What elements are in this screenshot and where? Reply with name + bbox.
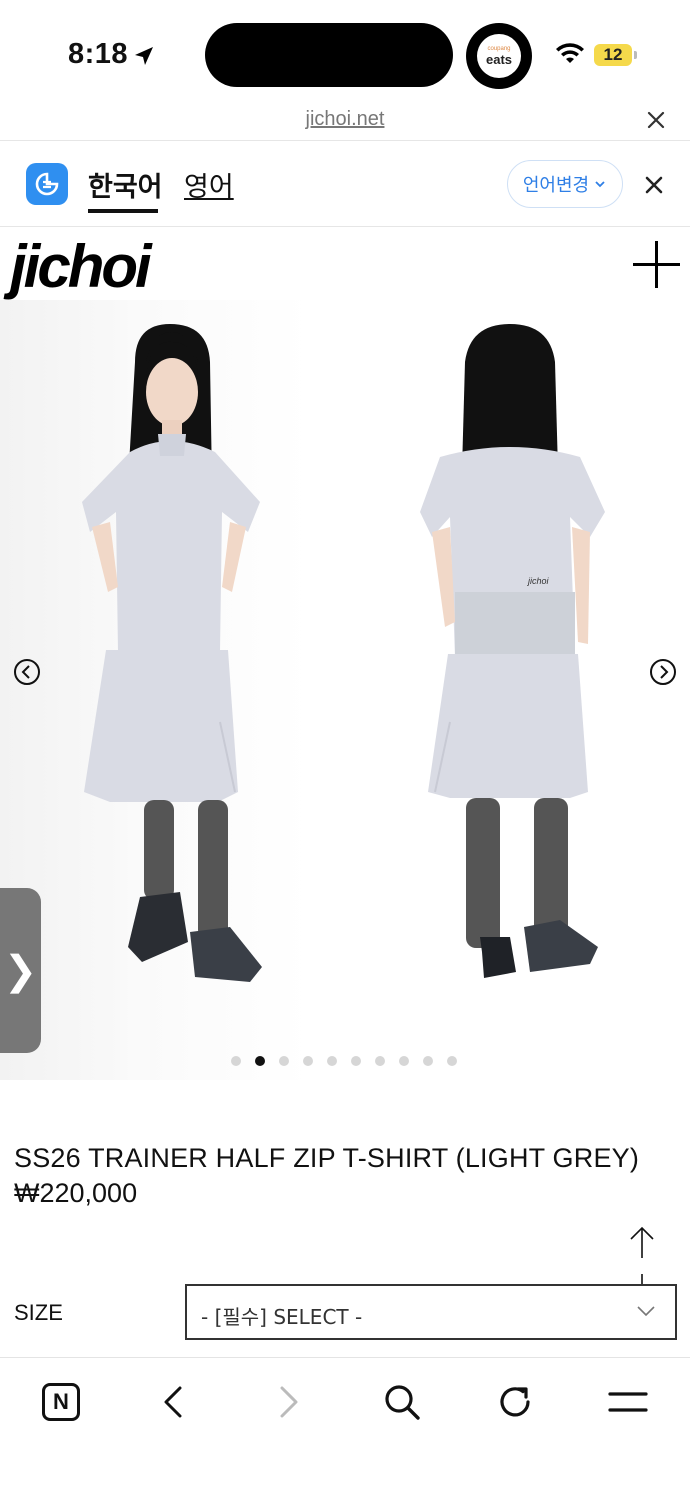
chevron-down-icon [637,1306,655,1317]
active-tab-underline [88,209,158,213]
change-language-label: 언어변경 [522,175,590,196]
naver-n-icon: N [42,1383,80,1421]
app-badge-bottom-text: eats [485,52,513,67]
product-photo-front [82,324,262,982]
pagination-dot[interactable] [351,1056,361,1066]
pagination-dot[interactable] [231,1056,241,1066]
close-icon[interactable] [644,108,668,132]
size-label: SIZE [14,1300,63,1325]
close-translate-icon[interactable] [642,173,666,197]
side-panel-toggle[interactable]: ❯ [0,888,41,1053]
papago-translate-icon [26,163,68,205]
reload-button[interactable] [493,1380,537,1424]
chevron-right-icon [280,1386,298,1418]
gallery-next-icon[interactable] [649,658,677,686]
search-button[interactable] [380,1380,424,1424]
change-language-button[interactable]: 언어변경 [507,160,623,208]
pagination-dot[interactable] [279,1056,289,1066]
dynamic-island [205,23,453,87]
forward-button[interactable] [266,1380,310,1424]
source-language-tab[interactable]: 한국어 [88,165,163,204]
translate-logo-icon [35,172,59,196]
pagination-dot[interactable] [255,1056,265,1066]
back-button[interactable] [152,1380,196,1424]
product-price: ₩220,000 [14,1178,138,1208]
reload-icon [500,1387,530,1417]
live-activity-app-icon[interactable]: coupang eats [466,23,532,89]
pagination-dot[interactable] [375,1056,385,1066]
site-logo[interactable]: jichoi [10,232,152,301]
chevron-down-icon [595,181,605,188]
product-photo-back: jichoi [420,324,605,978]
pagination-dot[interactable] [423,1056,433,1066]
status-time: 8:18 [68,38,129,70]
pagination-dot[interactable] [303,1056,313,1066]
chevron-right-icon: ❯ [3,948,38,993]
menu-button[interactable] [606,1380,650,1424]
size-select-value: - [필수] SELECT - [201,1305,363,1329]
plus-menu-icon[interactable] [633,241,680,288]
naver-home-button[interactable]: N [39,1380,83,1424]
gallery-prev-icon[interactable] [13,658,41,686]
size-select[interactable]: - [필수] SELECT - [185,1284,677,1340]
url-bar: jichoi.net [0,100,690,141]
translate-bar: 한국어 영어 언어변경 [0,141,690,227]
browser-toolbar: N [0,1357,690,1500]
svg-text:jichoi: jichoi [527,576,550,586]
gallery-pagination [231,1056,457,1068]
chevron-left-icon [164,1386,182,1418]
wifi-icon [556,43,584,63]
product-name: SS26 TRAINER HALF ZIP T-SHIRT (LIGHT GRE… [14,1143,640,1173]
pagination-dot[interactable] [327,1056,337,1066]
search-icon [385,1385,420,1420]
url-text[interactable]: jichoi.net [0,108,690,131]
battery-tip [634,51,637,59]
location-arrow-icon [135,47,153,65]
status-bar: 8:18 coupang eats 12 [0,0,690,110]
scroll-to-top-icon[interactable] [628,1224,656,1260]
pagination-dot[interactable] [399,1056,409,1066]
hamburger-menu-icon [608,1392,648,1412]
product-image-gallery[interactable]: jichoi ❯ [0,300,690,1080]
pagination-dot[interactable] [447,1056,457,1066]
battery-indicator: 12 [594,44,632,66]
target-language-tab[interactable]: 영어 [184,165,234,204]
